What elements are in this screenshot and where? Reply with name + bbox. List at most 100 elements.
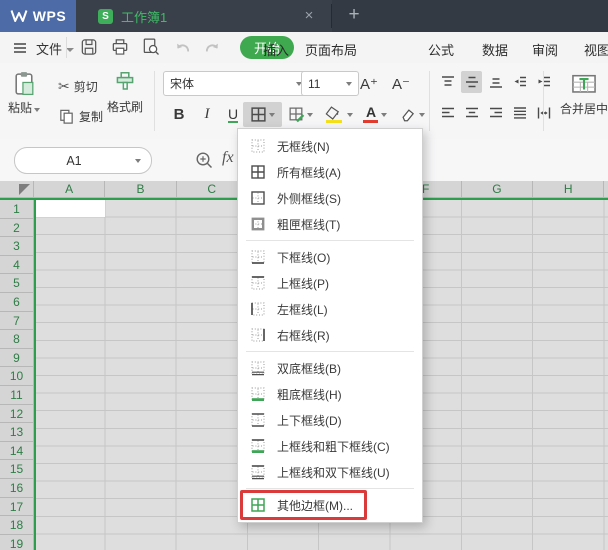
menu-item-border-thick-box[interactable]: 粗匣框线(T) [238,211,422,237]
ribbon-tab[interactable]: 页面布局 [305,40,357,59]
font-size-select[interactable]: 11 [301,71,359,96]
wps-home-button[interactable]: WPS [0,0,76,32]
menu-item-border-top-thick-bottom[interactable]: 上框线和粗下框线(C) [238,433,422,459]
format-painter-brush-icon [112,70,138,96]
align-center-button[interactable] [461,102,482,124]
ribbon-tab[interactable]: 数据 [482,40,508,59]
menu-item-border-top-double-bottom[interactable]: 上框线和双下框线(U) [238,459,422,485]
align-middle-button[interactable] [461,71,482,93]
border-left-icon [250,301,266,317]
font-size-value: 11 [308,76,321,91]
column-header-B[interactable]: B [105,181,177,197]
ribbon-tab[interactable]: 插入 [263,40,289,59]
row-header-17[interactable]: 17 [0,498,33,517]
menu-item-label: 左框线(L) [277,302,328,317]
redo-icon[interactable] [202,36,224,58]
menu-item-border-outside[interactable]: 外侧框线(S) [238,185,422,211]
row-header-11[interactable]: 11 [0,386,33,405]
ribbon-tab[interactable]: 审阅 [532,40,558,59]
ribbon-tab[interactable]: 视图 [584,40,608,59]
row-header-13[interactable]: 13 [0,423,33,442]
align-right-button[interactable] [485,102,506,124]
row-header-19[interactable]: 19 [0,535,33,550]
row-header-14[interactable]: 14 [0,442,33,461]
save-icon[interactable] [78,36,100,58]
cut-button[interactable]: ✂ 剪切 [58,75,98,97]
menu-item-border-bottom[interactable]: 下框线(O) [238,244,422,270]
row-header-5[interactable]: 5 [0,274,33,293]
new-tab-button[interactable]: + [342,3,366,27]
menu-item-border-all[interactable]: 所有框线(A) [238,159,422,185]
menu-item-border-left[interactable]: 左框线(L) [238,296,422,322]
menu-item-border-thick-bottom[interactable]: 粗底框线(H) [238,381,422,407]
copy-label: 复制 [79,109,104,124]
select-all-corner[interactable] [0,181,34,198]
print-preview-icon[interactable] [140,36,162,58]
row-header-9[interactable]: 9 [0,349,33,368]
merge-center-button[interactable]: 合并居中 [549,73,608,117]
row-header-3[interactable]: 3 [0,237,33,256]
menu-item-label: 粗匣框线(T) [277,217,341,232]
draw-border-button[interactable] [281,102,320,127]
global-menu-icon[interactable] [12,40,28,56]
row-header-4[interactable]: 4 [0,256,33,275]
undo-icon[interactable] [171,36,193,58]
row-header-15[interactable]: 15 [0,460,33,479]
active-cell-a1[interactable] [36,200,106,217]
row-header-10[interactable]: 10 [0,367,33,386]
save-icon [79,37,99,57]
row-header-8[interactable]: 8 [0,330,33,349]
format-painter-button[interactable]: 格式刷 [107,70,143,115]
indent-decrease-button[interactable] [509,71,530,93]
menu-item-border-top[interactable]: 上框线(P) [238,270,422,296]
align-left-icon [440,105,456,121]
fill-color-button[interactable] [318,102,358,127]
menu-item-border-top-bottom[interactable]: 上下框线(D) [238,407,422,433]
clear-format-button[interactable] [392,102,431,127]
row-header-2[interactable]: 2 [0,219,33,238]
row-header-1[interactable]: 1 [0,200,33,219]
file-menu-button[interactable]: 文件 [36,39,75,58]
align-bottom-button[interactable] [485,71,506,93]
wps-brand-label: WPS [32,8,67,24]
paste-button[interactable]: 粘贴 [8,70,41,116]
menu-item-border-double-bottom[interactable]: 双底框线(B) [238,355,422,381]
row-header-7[interactable]: 7 [0,312,33,331]
tab-close-button[interactable]: × [300,7,318,25]
increase-font-size-button[interactable]: A⁺ [353,71,385,96]
menu-item-border-none[interactable]: 无框线(N) [238,133,422,159]
row-header-12[interactable]: 12 [0,405,33,424]
column-header-G[interactable]: G [462,181,534,197]
chevron-down-icon [135,158,141,163]
row-header-16[interactable]: 16 [0,479,33,498]
insert-function-fx-icon[interactable]: fx [222,149,234,167]
borders-button[interactable] [243,102,282,127]
column-header-H[interactable]: H [533,181,605,197]
copy-button[interactable]: 复制 [58,105,103,127]
horizontal-align-group [437,102,554,124]
menu-item-border-more[interactable]: 其他边框(M)... [238,490,422,520]
justify-button[interactable] [509,102,530,124]
toolbar-group-separator [543,71,544,131]
menu-item-label: 上框线和双下框线(U) [277,465,390,480]
bold-button[interactable]: B [164,102,194,127]
font-name-select[interactable]: 宋体 [163,71,309,96]
font-color-button[interactable]: A [356,102,394,127]
scissors-icon: ✂ [58,77,70,94]
align-left-button[interactable] [437,102,458,124]
row-header-6[interactable]: 6 [0,293,33,312]
ribbon-tab[interactable]: 公式 [428,40,454,59]
column-header-I[interactable]: I [604,181,608,197]
print-icon[interactable] [109,36,131,58]
zoom-magnifier-icon[interactable] [194,150,214,170]
name-box[interactable]: A1 [14,147,152,174]
paste-label: 粘贴 [8,101,33,115]
select-all-triangle-icon [19,184,30,195]
column-header-A[interactable]: A [34,181,106,197]
menu-item-label: 外侧框线(S) [277,191,341,206]
decrease-font-size-button[interactable]: A⁻ [385,71,417,96]
align-top-button[interactable] [437,71,458,93]
menubar-separator [66,37,67,58]
row-header-18[interactable]: 18 [0,516,33,535]
menu-item-border-right[interactable]: 右框线(R) [238,322,422,348]
